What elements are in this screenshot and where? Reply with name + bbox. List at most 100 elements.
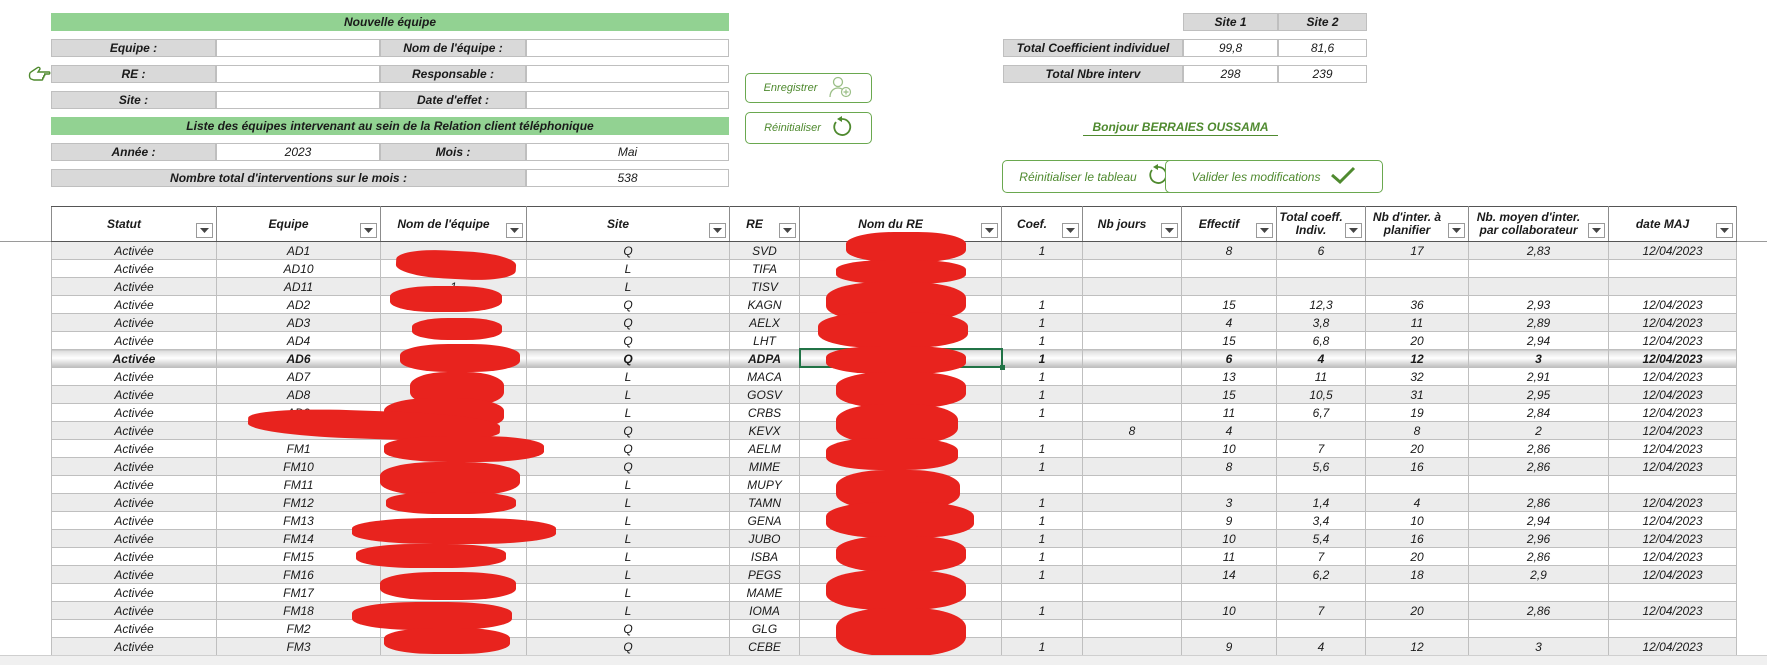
table-cell[interactable]: 2,84 — [1468, 403, 1609, 422]
table-cell[interactable] — [1001, 475, 1083, 494]
table-cell[interactable]: PEGS — [729, 565, 800, 584]
table-cell[interactable]: FM3 — [216, 637, 381, 656]
table-cell[interactable]: 12/04/2023 — [1608, 565, 1737, 584]
table-cell[interactable] — [1082, 565, 1182, 584]
table-cell[interactable]: Q — [526, 241, 730, 260]
table-cell[interactable]: 11 — [1276, 367, 1366, 386]
table-cell[interactable] — [1082, 385, 1182, 404]
table-cell[interactable]: 1 — [1001, 601, 1083, 620]
table-cell[interactable]: L — [526, 529, 730, 548]
table-cell[interactable]: 2,95 — [1468, 385, 1609, 404]
table-cell[interactable]: AD11 — [216, 277, 381, 296]
table-cell[interactable]: 1 — [1001, 565, 1083, 584]
table-cell[interactable]: L — [526, 601, 730, 620]
table-cell[interactable]: 1 — [1001, 331, 1083, 350]
valider-modifications-button[interactable]: Valider les modifications — [1165, 160, 1383, 193]
table-cell[interactable]: KAGN — [729, 295, 800, 314]
table-cell[interactable]: 2,83 — [1468, 241, 1609, 260]
table-cell[interactable] — [1365, 259, 1469, 278]
table-cell[interactable]: Q — [526, 313, 730, 332]
table-cell[interactable]: 12/04/2023 — [1608, 601, 1737, 620]
table-cell[interactable]: 7 — [1276, 547, 1366, 566]
table-cell[interactable]: 15 — [1181, 331, 1277, 350]
table-cell[interactable] — [1608, 475, 1737, 494]
table-cell[interactable]: Activée — [51, 349, 217, 368]
table-cell[interactable]: IOMA — [729, 601, 800, 620]
table-cell[interactable]: 12 — [1365, 637, 1469, 656]
filter-dropdown-icon[interactable] — [709, 223, 726, 238]
table-cell[interactable] — [1082, 511, 1182, 530]
table-cell[interactable]: Q — [526, 637, 730, 656]
table-cell[interactable] — [1001, 277, 1083, 296]
table-cell[interactable]: KEVX — [729, 421, 800, 440]
table-cell[interactable]: Activée — [51, 331, 217, 350]
table-cell[interactable]: 12/04/2023 — [1608, 349, 1737, 368]
table-cell[interactable]: 1 — [1001, 241, 1083, 260]
table-cell[interactable]: Activée — [51, 583, 217, 602]
table-cell[interactable]: GOSV — [729, 385, 800, 404]
table-cell[interactable]: AD2 — [216, 295, 381, 314]
filter-dropdown-icon[interactable] — [981, 223, 998, 238]
table-cell[interactable]: 2,9 — [1468, 565, 1609, 584]
table-cell[interactable]: SVD — [729, 241, 800, 260]
table-cell[interactable]: FM17 — [216, 583, 381, 602]
table-cell[interactable]: 19 — [1365, 403, 1469, 422]
table-cell[interactable]: Activée — [51, 295, 217, 314]
table-cell[interactable]: 2,96 — [1468, 529, 1609, 548]
table-cell[interactable]: 4 — [1181, 313, 1277, 332]
equipe-field[interactable] — [216, 39, 380, 57]
table-cell[interactable] — [1082, 583, 1182, 602]
table-cell[interactable]: TIFA — [729, 259, 800, 278]
table-cell[interactable]: L — [526, 493, 730, 512]
table-cell[interactable] — [1276, 475, 1366, 494]
table-cell[interactable]: 1 — [1001, 349, 1083, 368]
date-effet-field[interactable] — [526, 91, 729, 109]
table-cell[interactable]: Activée — [51, 637, 217, 656]
table-cell[interactable]: AD4 — [216, 331, 381, 350]
table-cell[interactable]: 1 — [1001, 493, 1083, 512]
table-cell[interactable]: AD8 — [216, 385, 381, 404]
table-cell[interactable]: 6,2 — [1276, 565, 1366, 584]
table-cell[interactable]: MUPY — [729, 475, 800, 494]
table-cell[interactable]: Q — [526, 349, 730, 368]
table-cell[interactable]: 3 — [1181, 493, 1277, 512]
table-cell[interactable]: 7 — [1276, 439, 1366, 458]
table-cell[interactable]: AD1 — [216, 241, 381, 260]
table-cell[interactable]: 10 — [1365, 511, 1469, 530]
table-cell[interactable]: Activée — [51, 421, 217, 440]
table-cell[interactable]: 7 — [1276, 601, 1366, 620]
table-cell[interactable]: 15 — [1181, 295, 1277, 314]
table-cell[interactable]: L — [526, 565, 730, 584]
table-cell[interactable]: Activée — [51, 385, 217, 404]
table-cell[interactable]: 2,94 — [1468, 331, 1609, 350]
table-cell[interactable]: 11 — [1181, 547, 1277, 566]
table-cell[interactable]: 10 — [1181, 529, 1277, 548]
table-cell[interactable]: AELX — [729, 313, 800, 332]
table-cell[interactable]: ISBA — [729, 547, 800, 566]
table-cell[interactable]: 1 — [1001, 511, 1083, 530]
table-cell[interactable] — [1082, 601, 1182, 620]
enregistrer-button[interactable]: Enregistrer — [745, 73, 872, 103]
table-cell[interactable]: 8 — [1181, 241, 1277, 260]
table-cell[interactable]: 3 — [1468, 349, 1609, 368]
table-cell[interactable]: MAME — [729, 583, 800, 602]
table-cell[interactable] — [1082, 403, 1182, 422]
table-cell[interactable] — [1082, 241, 1182, 260]
table-cell[interactable] — [1276, 277, 1366, 296]
table-cell[interactable]: 1 — [1001, 403, 1083, 422]
filter-dropdown-icon[interactable] — [1448, 223, 1465, 238]
table-cell[interactable]: 10 — [1181, 601, 1277, 620]
filter-dropdown-icon[interactable] — [360, 223, 377, 238]
mois-value[interactable]: Mai — [526, 143, 729, 161]
table-cell[interactable]: 12/04/2023 — [1608, 493, 1737, 512]
table-cell[interactable]: 3,8 — [1276, 313, 1366, 332]
table-cell[interactable]: 12/04/2023 — [1608, 457, 1737, 476]
table-cell[interactable] — [1365, 277, 1469, 296]
table-cell[interactable]: 1 — [1001, 313, 1083, 332]
site-field[interactable] — [216, 91, 380, 109]
table-cell[interactable]: L — [526, 511, 730, 530]
table-cell[interactable]: 2,86 — [1468, 439, 1609, 458]
table-cell[interactable] — [1468, 583, 1609, 602]
table-cell[interactable]: 4 — [1181, 421, 1277, 440]
table-cell[interactable] — [1082, 313, 1182, 332]
